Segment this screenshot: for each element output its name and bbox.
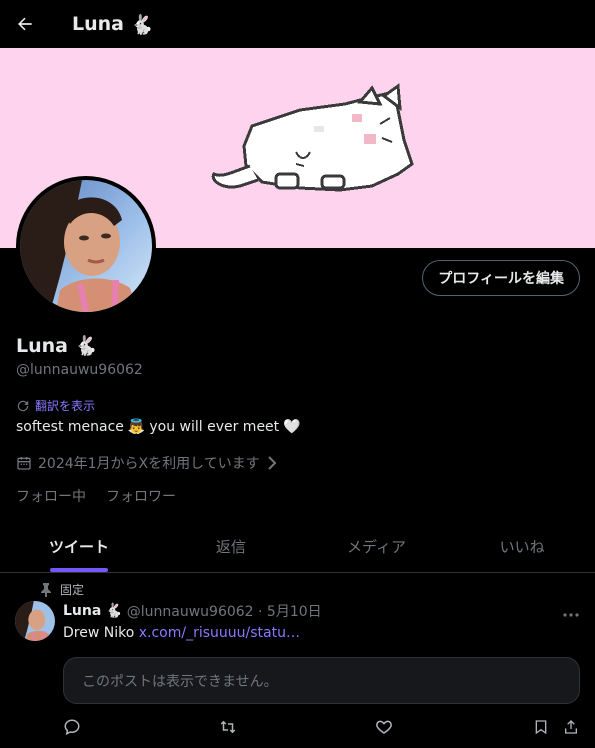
following-link[interactable]: フォロー中	[16, 486, 86, 506]
share-button[interactable]	[559, 714, 583, 740]
tab-replies[interactable]: 返信	[158, 520, 304, 572]
tweet-body: Drew Niko	[63, 625, 135, 641]
reply-button[interactable]	[60, 714, 84, 740]
more-dots-icon	[563, 613, 579, 617]
translate-bio-link[interactable]: 翻訳を表示	[16, 397, 95, 414]
tab-tweets[interactable]: ツイート	[0, 520, 158, 572]
share-icon	[565, 720, 577, 734]
profile-avatar[interactable]	[16, 176, 156, 316]
tab-likes[interactable]: いいね	[449, 520, 595, 572]
avatar	[20, 180, 152, 312]
tweet-meta[interactable]: @lunnauwu96062 · 5月10日	[127, 601, 322, 621]
rabbit-emoji-icon: 🐇	[129, 13, 154, 36]
tweet-header: Luna 🐇 @lunnauwu96062 · 5月10日	[63, 601, 322, 621]
retweet-button[interactable]	[216, 714, 240, 740]
calendar-icon	[17, 457, 31, 470]
profile-name: Luna 🐇	[16, 334, 98, 358]
bio-text-1: softest menace	[16, 419, 124, 435]
header-title: Luna 🐇	[72, 13, 154, 36]
pinned-label: 固定	[60, 583, 85, 597]
tab-replies-label: 返信	[215, 537, 246, 556]
unavailable-post-card: このポストは表示できません。	[63, 657, 580, 704]
pinned-indicator: 固定	[40, 581, 84, 598]
like-button[interactable]	[372, 714, 396, 740]
bookmark-button[interactable]	[529, 714, 553, 740]
tweet-text: Drew Niko x.com/_risuuuu/statu…	[63, 625, 300, 641]
tab-media[interactable]: メディア	[304, 520, 450, 572]
bookmark-icon	[535, 720, 547, 735]
bio-text-2: you will ever meet	[149, 419, 280, 435]
more-options-button[interactable]	[563, 602, 579, 621]
tab-likes-label: いいね	[499, 537, 545, 556]
translate-icon	[17, 400, 29, 411]
angel-emoji-icon: 👼	[127, 419, 146, 435]
tweet-avatar[interactable]	[15, 601, 55, 641]
tweet-link[interactable]: x.com/_risuuuu/statu…	[139, 625, 300, 641]
active-tab-indicator	[50, 568, 108, 572]
pin-icon	[41, 582, 51, 597]
profile-handle: @lunnauwu96062	[16, 362, 143, 378]
retweet-icon	[220, 720, 236, 734]
translate-label: 翻訳を表示	[35, 399, 96, 413]
followers-link[interactable]: フォロワー	[106, 486, 176, 506]
rabbit-emoji-icon: 🐇	[105, 603, 123, 619]
profile-bio: softest menace 👼 you will ever meet 🤍	[16, 419, 301, 435]
top-bar: Luna 🐇	[0, 0, 595, 48]
avatar-photo-image	[20, 180, 152, 312]
edit-profile-button[interactable]: プロフィールを編集	[422, 260, 580, 296]
back-button[interactable]	[1, 0, 49, 48]
white-heart-emoji-icon: 🤍	[283, 419, 301, 435]
rabbit-emoji-icon: 🐇	[73, 335, 98, 357]
heart-icon	[376, 720, 392, 734]
follow-stats: フォロー中 フォロワー	[16, 486, 176, 506]
tweet-actions	[0, 714, 595, 742]
profile-name-text: Luna	[16, 334, 68, 357]
joined-date[interactable]: 2024年1月からXを利用しています	[16, 453, 278, 473]
reply-icon	[64, 719, 80, 736]
chevron-right-icon	[268, 456, 277, 470]
tweet-author-name[interactable]: Luna	[63, 603, 101, 619]
arrow-left-icon	[18, 17, 32, 31]
joined-text: 2024年1月からXを利用しています	[38, 456, 260, 472]
header-title-text: Luna	[72, 13, 124, 35]
tweet-avatar-image	[15, 601, 55, 641]
tab-media-label: メディア	[347, 537, 406, 556]
tab-tweets-label: ツイート	[48, 537, 109, 556]
profile-tabs: ツイート 返信 メディア いいね	[0, 520, 595, 573]
